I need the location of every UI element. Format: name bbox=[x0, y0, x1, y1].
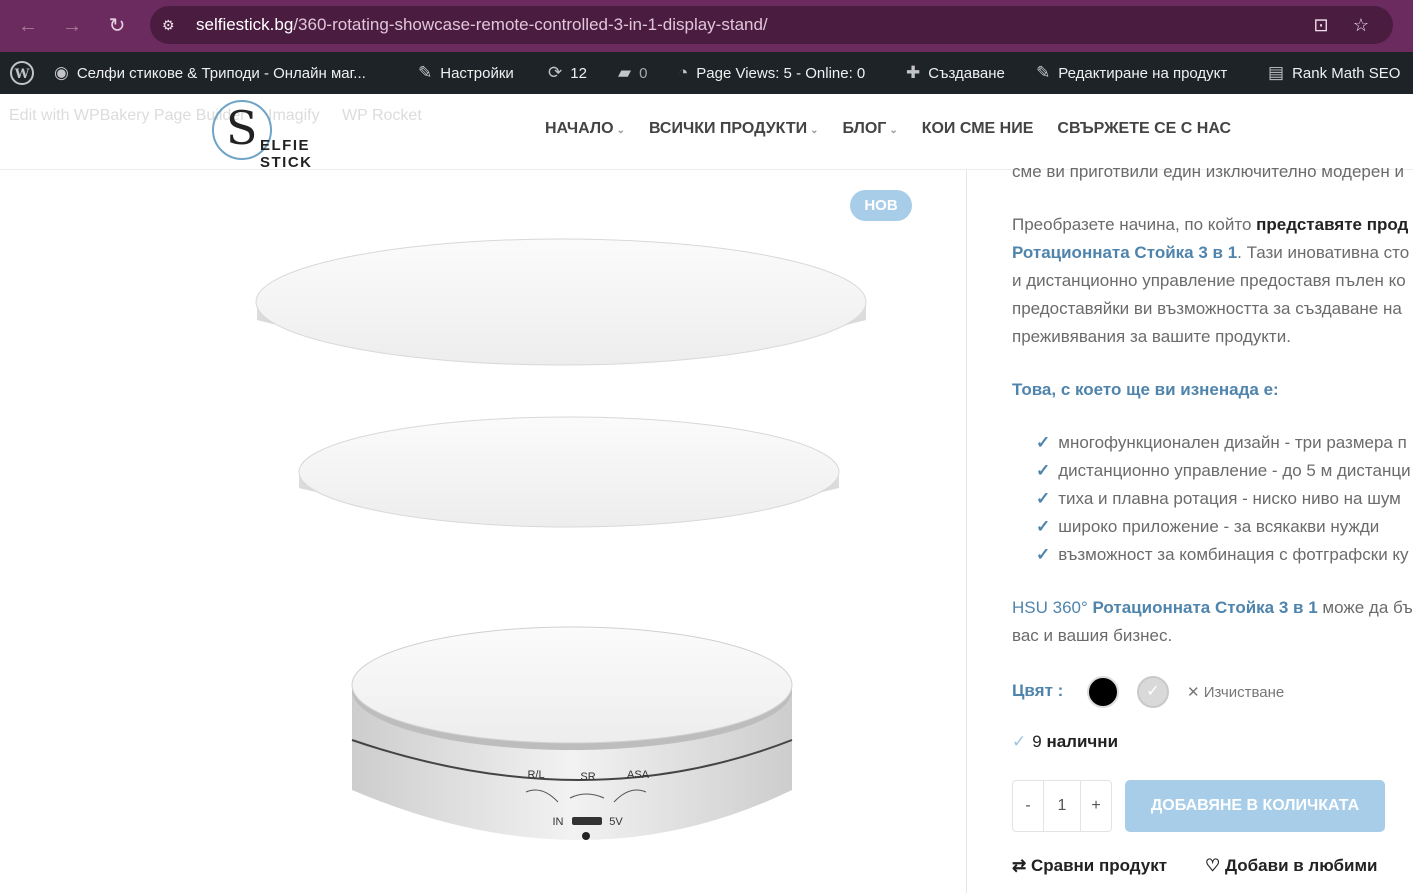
wp-rocket-link[interactable]: WP Rocket bbox=[342, 107, 422, 124]
url-text[interactable]: selfiestick.bg/360-rotating-showcase-rem… bbox=[196, 15, 768, 35]
medium-plate bbox=[298, 416, 840, 528]
list-item: ✓ широко приложение - за всякакви нужди bbox=[1036, 517, 1380, 536]
admin-edit-product[interactable]: ✎ Редактиране на продукт bbox=[1036, 52, 1227, 94]
logo-s-letter: S bbox=[226, 101, 258, 155]
list-item: ✓ дистанционно управление - до 5 м дистан… bbox=[1036, 461, 1411, 480]
check-icon: ✓ bbox=[1036, 461, 1051, 480]
admin-page-views[interactable]: ◔ Page Views: 5 - Online: 0 bbox=[678, 52, 865, 94]
clear-button[interactable]: ✕ Изчистване bbox=[1187, 683, 1284, 701]
color-label: Цвят : bbox=[1012, 681, 1064, 700]
wishlist-button[interactable]: ♡ Добави в любими bbox=[1205, 856, 1378, 876]
surprise-heading: Това, с което ще ви изненада е: bbox=[1012, 380, 1279, 399]
check-icon: ✓ bbox=[1146, 683, 1160, 700]
forward-icon[interactable]: → bbox=[58, 12, 86, 40]
stock-status: ✓ 9 налични bbox=[1012, 732, 1119, 751]
stand-label-asa: ASA bbox=[627, 769, 650, 781]
description-paragraph-2: HSU 360° Ротационната Стойка 3 в 1 може … bbox=[1012, 598, 1413, 645]
add-to-cart-button[interactable]: ДОБАВЯНЕ В КОЛИЧКАТА bbox=[1125, 780, 1385, 832]
heart-icon: ♡ bbox=[1205, 856, 1225, 875]
quantity-minus-button[interactable]: - bbox=[1013, 781, 1043, 831]
color-swatch-white[interactable]: ✓ bbox=[1137, 676, 1169, 708]
large-plate bbox=[255, 238, 867, 366]
nav-all-products[interactable]: ВСИЧКИ ПРОДУКТИ ⌄ bbox=[649, 120, 819, 138]
admin-comments[interactable]: ▰ 0 bbox=[618, 52, 647, 94]
admin-updates[interactable]: ⟳ 12 bbox=[548, 52, 587, 94]
wpbakery-link[interactable]: Edit with WPBakery Page Builder bbox=[9, 107, 246, 124]
compare-button[interactable]: ⇄ Сравни продукт bbox=[1012, 856, 1167, 876]
nav-about[interactable]: КОИ СМЕ НИЕ bbox=[922, 120, 1034, 138]
site-logo[interactable]: S ELFIE STICK bbox=[212, 100, 352, 171]
list-item: ✓ възможност за комбинация с фотграфски к… bbox=[1036, 545, 1409, 564]
comment-icon: ▰ bbox=[618, 63, 632, 82]
nav-contact[interactable]: СВЪРЖЕТЕ СЕ С НАС bbox=[1057, 120, 1231, 138]
stand-label-rl: R/L bbox=[527, 769, 544, 781]
svg-text:W: W bbox=[14, 67, 30, 82]
translate-icon[interactable]: ⊡ bbox=[1310, 14, 1332, 36]
admin-site-name[interactable]: ◉ Селфи стикове & Триподи - Онлайн маг..… bbox=[54, 52, 366, 94]
chevron-down-icon: ⌄ bbox=[889, 125, 898, 136]
list-item: ✓ многофункционален дизайн - три размера … bbox=[1036, 433, 1407, 452]
updates-icon: ⟳ bbox=[548, 63, 563, 82]
wp-admin-bar: W ◉ Селфи стикове & Триподи - Онлайн маг… bbox=[0, 52, 1413, 94]
column-divider bbox=[966, 170, 967, 893]
description-paragraph-1: Преобразете начина, по който представяте… bbox=[1012, 215, 1410, 346]
rotating-base: R/L SR ASA IN 5V bbox=[351, 626, 793, 840]
bold-text: представяте прод bbox=[1256, 215, 1409, 234]
browser-toolbar: ← → ↻ ⚙ selfiestick.bg/360-rotating-show… bbox=[0, 0, 1413, 52]
description-line-0: сме ви приготвили един изключително моде… bbox=[1012, 162, 1404, 181]
main-nav: НАЧАЛО ⌄ ВСИЧКИ ПРОДУКТИ ⌄ БЛОГ ⌄ КОИ СМЕ Н… bbox=[545, 120, 1231, 138]
back-icon[interactable]: ← bbox=[14, 12, 42, 40]
wordpress-logo-icon[interactable]: W bbox=[10, 52, 34, 94]
stand-label-in: IN bbox=[553, 816, 564, 828]
admin-rank-math[interactable]: ▤ Rank Math SEO bbox=[1268, 52, 1400, 94]
address-bar[interactable]: ⚙ selfiestick.bg/360-rotating-showcase-r… bbox=[150, 6, 1393, 44]
check-icon: ✓ bbox=[1036, 517, 1051, 536]
chevron-down-icon: ⌄ bbox=[810, 125, 819, 136]
site-info-icon[interactable]: ⚙ bbox=[162, 17, 180, 33]
stand-label-sr: SR bbox=[580, 771, 595, 783]
reload-icon[interactable]: ↻ bbox=[103, 12, 131, 40]
nav-blog[interactable]: БЛОГ ⌄ bbox=[842, 120, 897, 138]
shuffle-icon: ⇄ bbox=[1012, 856, 1031, 875]
check-icon: ✓ bbox=[1036, 433, 1051, 452]
color-swatch-black[interactable] bbox=[1087, 676, 1119, 708]
logo-text: ELFIE STICK bbox=[260, 137, 313, 171]
plus-icon: ✚ bbox=[906, 63, 921, 82]
stand-label-5v: 5V bbox=[609, 816, 623, 828]
check-icon: ✓ bbox=[1036, 489, 1051, 508]
quantity-plus-button[interactable]: + bbox=[1081, 781, 1111, 831]
features-list: ✓ многофункционален дизайн - три размера … bbox=[1036, 429, 1413, 569]
color-selector: Цвят : ✓ ✕ Изчистване bbox=[1012, 674, 1412, 710]
pencil-icon: ✎ bbox=[1036, 63, 1051, 82]
bookmark-star-icon[interactable]: ☆ bbox=[1350, 14, 1372, 36]
product-image[interactable]: R/L SR ASA IN 5V bbox=[200, 180, 940, 880]
close-icon: ✕ bbox=[1187, 684, 1204, 701]
list-item: ✓ тиха и плавна ротация - ниско ниво на ш… bbox=[1036, 489, 1401, 508]
check-icon: ✓ bbox=[1036, 545, 1051, 564]
rank-math-icon: ▤ bbox=[1268, 63, 1285, 82]
new-badge: НОВ bbox=[850, 190, 912, 221]
nav-home[interactable]: НАЧАЛО ⌄ bbox=[545, 120, 625, 138]
dashboard-icon: ◉ bbox=[54, 63, 69, 82]
check-icon: ✓ bbox=[1012, 732, 1027, 751]
chevron-down-icon: ⌄ bbox=[616, 125, 625, 136]
brush-icon: ✎ bbox=[418, 63, 433, 82]
quantity-input[interactable]: 1 bbox=[1043, 781, 1081, 831]
quantity-stepper: - 1 + bbox=[1012, 780, 1112, 832]
pie-chart-icon: ◔ bbox=[678, 63, 689, 82]
admin-new[interactable]: ✚ Създаване bbox=[906, 52, 1005, 94]
admin-customize[interactable]: ✎ Настройки bbox=[418, 52, 514, 94]
